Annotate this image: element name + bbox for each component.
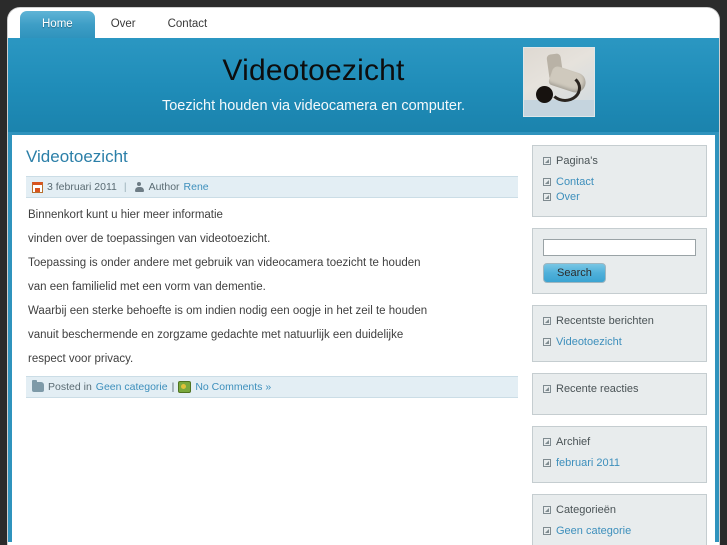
browser-page: Home Over Contact Videotoezicht Toezicht… xyxy=(8,8,719,545)
widget-title-text: Pagina's xyxy=(556,155,598,167)
list-item: Contact xyxy=(543,176,696,188)
broken-image-icon xyxy=(543,157,551,165)
widget-title-recent-posts: Recentste berichten xyxy=(543,315,696,327)
site-tagline: Toezicht houden via videocamera en compu… xyxy=(161,98,466,114)
pages-list: Contact Over xyxy=(543,176,696,203)
post-paragraph: vinden over de toepassingen van videotoe… xyxy=(28,233,271,245)
broken-image-icon xyxy=(543,317,551,325)
site-header: Videotoezicht Toezicht houden via videoc… xyxy=(8,38,719,132)
recent-post-link[interactable]: Videotoezicht xyxy=(556,336,622,348)
widget-recent-comments: Recente reacties xyxy=(532,373,707,415)
list-item: Geen categorie xyxy=(543,525,696,537)
user-icon xyxy=(134,181,145,193)
sidebar: Pagina's Contact Over Search Recentste b… xyxy=(532,135,715,545)
camera-lens xyxy=(536,86,553,103)
post-body: Binnenkort kunt u hier meer informatie v… xyxy=(26,198,518,366)
recent-posts-list: Videotoezicht xyxy=(543,336,696,348)
site-body: Videotoezicht 3 februari 2011 | Author R… xyxy=(8,132,719,545)
author-label: Author xyxy=(148,181,180,193)
widget-recent-posts: Recentste berichten Videotoezicht xyxy=(532,305,707,362)
widget-title-text: Categorieën xyxy=(556,504,616,516)
footer-separator: | xyxy=(171,381,175,393)
broken-image-icon xyxy=(543,506,551,514)
widget-title-text: Recentste berichten xyxy=(556,315,654,327)
author-link[interactable]: Rene xyxy=(184,181,209,193)
camera-cable xyxy=(549,74,581,102)
post-paragraph: van een familielid met een vorm van deme… xyxy=(28,281,266,293)
folder-icon xyxy=(32,380,44,392)
post-paragraph: Toepassing is onder andere met gebruik v… xyxy=(28,257,421,269)
nav-item-contact[interactable]: Contact xyxy=(152,11,224,38)
post-paragraph: Binnenkort kunt u hier meer informatie xyxy=(28,209,223,221)
broken-image-icon xyxy=(543,459,551,467)
post-paragraph: vanuit beschermende en zorgzame gedachte… xyxy=(28,329,404,341)
post-date: 3 februari 2011 xyxy=(47,181,117,193)
nav-item-over[interactable]: Over xyxy=(95,11,152,38)
widget-title-pages: Pagina's xyxy=(543,155,696,167)
comments-link[interactable]: No Comments » xyxy=(195,381,271,393)
comment-icon xyxy=(178,381,192,393)
security-camera-photo xyxy=(523,47,595,117)
search-button[interactable]: Search xyxy=(543,263,606,283)
post-paragraph: respect voor privacy. xyxy=(28,353,134,365)
page-link-over[interactable]: Over xyxy=(556,191,580,203)
post-paragraph: Waarbij een sterke behoefte is om indien… xyxy=(28,305,428,317)
archive-list: februari 2011 xyxy=(543,457,696,469)
nav-list: Home Over Contact xyxy=(20,8,719,38)
categories-list: Geen categorie xyxy=(543,525,696,537)
nav-item-home[interactable]: Home xyxy=(20,11,95,38)
broken-image-icon xyxy=(543,527,551,535)
main-content: Videotoezicht 3 februari 2011 | Author R… xyxy=(12,135,532,542)
search-input[interactable] xyxy=(543,239,696,256)
calendar-icon xyxy=(32,181,43,193)
widget-pages: Pagina's Contact Over xyxy=(532,145,707,217)
broken-image-icon xyxy=(543,338,551,346)
main-navigation: Home Over Contact xyxy=(8,8,719,38)
broken-image-icon xyxy=(543,385,551,393)
post-footer: Posted in Geen categorie | No Comments » xyxy=(26,376,518,398)
broken-image-icon xyxy=(543,178,551,186)
broken-image-icon xyxy=(543,438,551,446)
page-link-contact[interactable]: Contact xyxy=(556,176,594,188)
list-item: Over xyxy=(543,191,696,203)
widget-title-text: Archief xyxy=(556,436,591,448)
widget-title-recent-comments: Recente reacties xyxy=(543,383,696,395)
widget-title-archive: Archief xyxy=(543,436,696,448)
widget-archive: Archief februari 2011 xyxy=(532,426,707,483)
widget-title-categories: Categorieën xyxy=(543,504,696,516)
list-item: Videotoezicht xyxy=(543,336,696,348)
meta-separator: | xyxy=(123,181,127,193)
list-item: februari 2011 xyxy=(543,457,696,469)
site-title: Videotoezicht xyxy=(222,54,405,87)
post-meta: 3 februari 2011 | Author Rene xyxy=(26,176,518,198)
photo-floor xyxy=(524,100,594,116)
category-link[interactable]: Geen categorie xyxy=(556,525,631,537)
widget-categories: Categorieën Geen categorie xyxy=(532,494,707,545)
widget-search: Search xyxy=(532,228,707,294)
post-title[interactable]: Videotoezicht xyxy=(26,147,518,167)
broken-image-icon xyxy=(543,193,551,201)
posted-in-label: Posted in xyxy=(48,381,92,393)
category-link[interactable]: Geen categorie xyxy=(96,381,168,393)
archive-link[interactable]: februari 2011 xyxy=(556,457,620,469)
widget-title-text: Recente reacties xyxy=(556,383,639,395)
